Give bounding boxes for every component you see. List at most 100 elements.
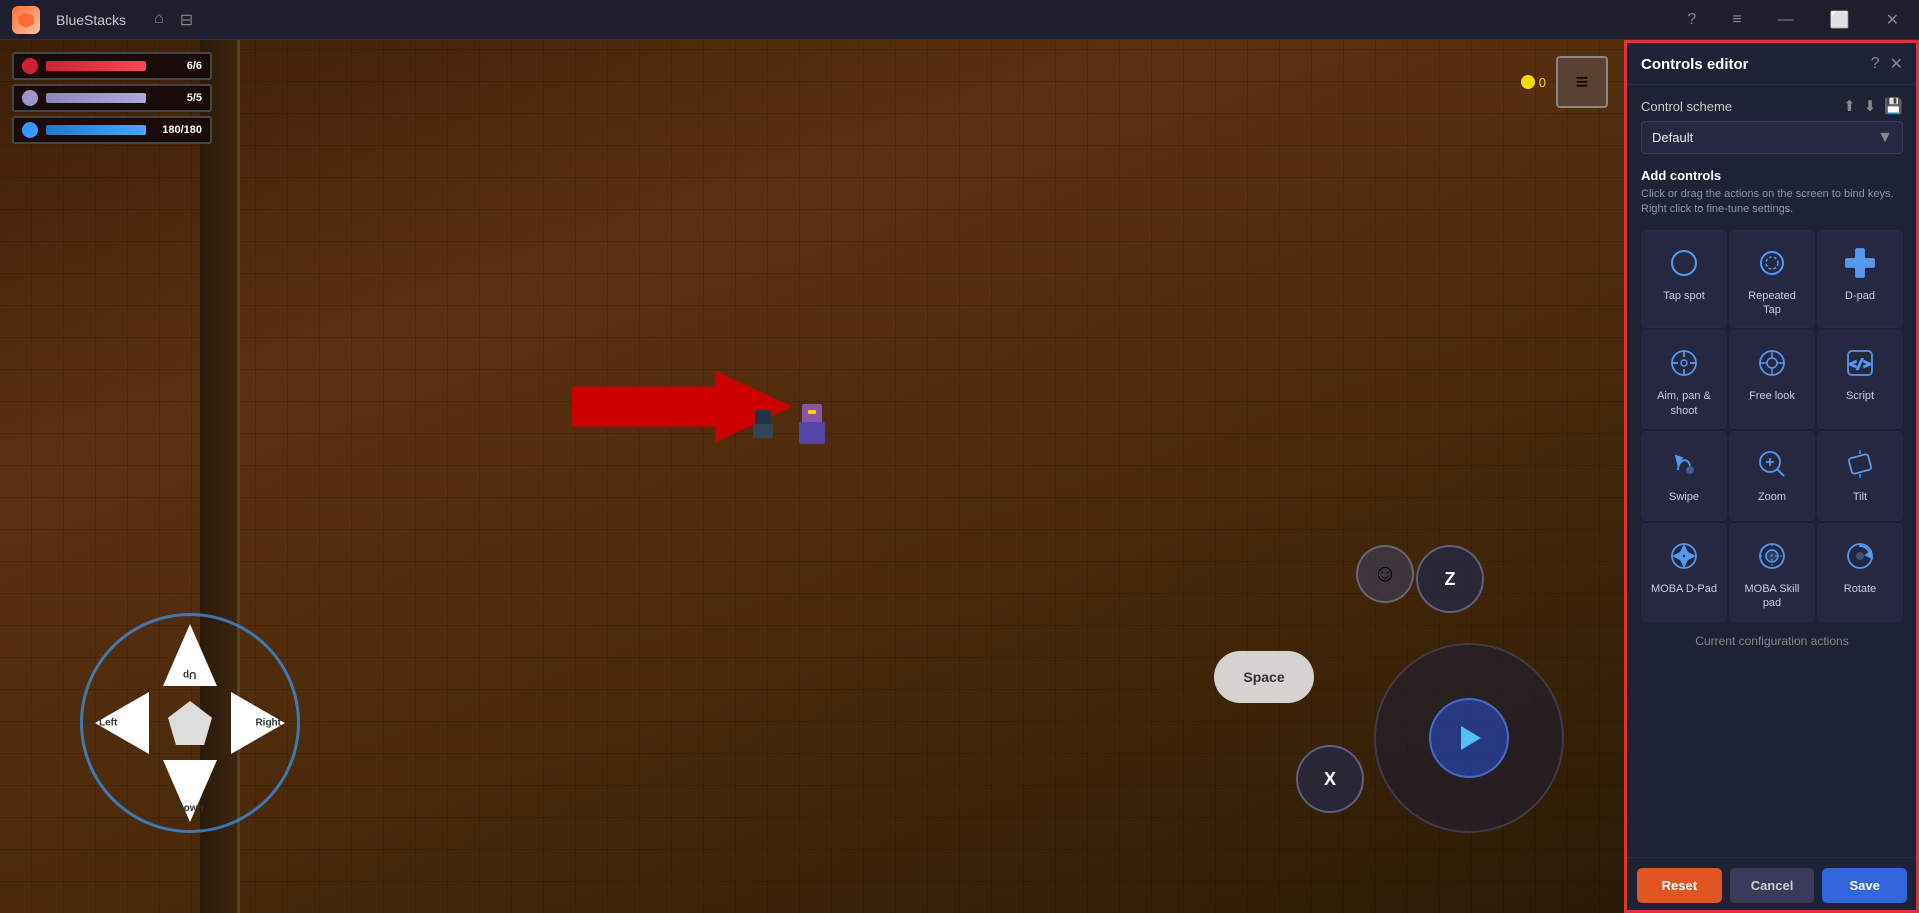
aim-pan-shoot-label: Aim, pan & shoot (1650, 389, 1718, 418)
action-button-inner[interactable] (1429, 698, 1509, 778)
hud-top-left: 6/6 5/5 180/180 (12, 52, 212, 144)
tilt-label: Tilt (1853, 490, 1867, 504)
space-button[interactable]: Space (1214, 651, 1314, 703)
shield-icon (22, 90, 38, 106)
home-icon[interactable]: ⌂ (154, 10, 164, 30)
repeated-tap-label: Repeated Tap (1738, 289, 1806, 318)
dpad-down-area[interactable]: Down (163, 760, 217, 822)
app-name: BlueStacks (56, 12, 126, 28)
dpad-right-label: Right (255, 718, 281, 729)
control-item-dpad[interactable]: D-pad (1817, 230, 1903, 329)
hud-top-right: 0 ≡ (1521, 56, 1608, 108)
import-scheme-button[interactable]: ⬆ (1843, 97, 1856, 115)
hp-bar-track (46, 61, 146, 71)
control-item-moba-dpad[interactable]: MOBA D-Pad (1641, 523, 1727, 622)
hp-bar-fill (46, 61, 146, 71)
tap-spot-label: Tap spot (1663, 289, 1705, 303)
action-ring (1374, 643, 1564, 833)
control-item-tilt[interactable]: Tilt (1817, 431, 1903, 521)
rotate-label: Rotate (1844, 582, 1876, 596)
zoom-icon (1754, 446, 1790, 482)
game-character (796, 404, 828, 444)
shield-bar-track (46, 93, 146, 103)
title-bar: BlueStacks ⌂ ⊟ ? ≡ — ⬜ ✕ (0, 0, 1919, 40)
dpad-left-label: Left (99, 718, 117, 729)
panel-title: Controls editor (1641, 56, 1749, 73)
moba-skill-pad-label: MOBA Skill pad (1738, 582, 1806, 611)
config-actions-label: Current configuration actions (1641, 634, 1903, 648)
add-controls-section: Add controls Click or drag the actions o… (1641, 168, 1903, 218)
export-scheme-button[interactable]: ⬇ (1864, 97, 1877, 115)
reset-button[interactable]: Reset (1637, 868, 1722, 903)
add-controls-desc: Click or drag the actions on the screen … (1641, 187, 1903, 218)
script-label: Script (1846, 389, 1874, 403)
zoom-label: Zoom (1758, 490, 1786, 504)
z-button[interactable]: Z (1416, 545, 1484, 613)
window-controls: ? ≡ — ⬜ ✕ (1679, 6, 1907, 34)
menu-button[interactable]: ≡ (1724, 7, 1749, 33)
dpad-area: Up Down Left Right (80, 613, 300, 833)
x-button[interactable]: X (1296, 745, 1364, 813)
aim-pan-shoot-icon (1666, 345, 1702, 381)
swipe-label: Swipe (1669, 490, 1699, 504)
control-item-rotate[interactable]: Rotate (1817, 523, 1903, 622)
panel-close-button[interactable]: ✕ (1890, 54, 1903, 74)
control-item-zoom[interactable]: Zoom (1729, 431, 1815, 521)
panel-help-button[interactable]: ? (1871, 55, 1880, 73)
mana-bar-fill (46, 125, 146, 135)
dpad-left-area[interactable]: Left (91, 696, 153, 750)
mana-icon (22, 122, 38, 138)
save-button[interactable]: Save (1822, 868, 1907, 903)
dpad-right-area[interactable]: Right (227, 696, 289, 750)
dpad-up-area[interactable]: Up (163, 624, 217, 686)
control-item-tap-spot[interactable]: Tap spot (1641, 230, 1727, 329)
control-item-swipe[interactable]: Swipe (1641, 431, 1727, 521)
control-item-script[interactable]: </> Script (1817, 330, 1903, 429)
scheme-select[interactable]: Default (1641, 121, 1903, 154)
coin-display: 0 (1521, 75, 1546, 90)
dpad-icon (1842, 245, 1878, 281)
minimize-button[interactable]: — (1770, 7, 1802, 33)
inventory-button[interactable]: ≡ (1556, 56, 1608, 108)
control-item-aim-pan-shoot[interactable]: Aim, pan & shoot (1641, 330, 1727, 429)
control-item-repeated-tap[interactable]: Repeated Tap (1729, 230, 1815, 329)
control-item-moba-skill-pad[interactable]: MOBA Skill pad (1729, 523, 1815, 622)
script-icon: </> (1842, 345, 1878, 381)
controls-panel: Controls editor ? ✕ Control scheme ⬆ ⬇ 💾… (1624, 40, 1919, 913)
close-button[interactable]: ✕ (1878, 6, 1907, 34)
shield-bar-fill (46, 93, 146, 103)
mana-bar-container: 180/180 (12, 116, 212, 144)
svg-text:</>: </> (1849, 357, 1871, 371)
scheme-label: Control scheme (1641, 99, 1732, 114)
coin-icon (1521, 75, 1535, 89)
controls-grid: Tap spot Repeated Tap (1641, 230, 1903, 622)
panel-footer: Reset Cancel Save (1625, 857, 1919, 913)
shield-bar-container: 5/5 (12, 84, 212, 112)
scheme-select-wrapper: Default ▼ (1641, 121, 1903, 154)
cancel-button[interactable]: Cancel (1730, 868, 1815, 903)
scheme-header-row: Control scheme ⬆ ⬇ 💾 (1641, 97, 1903, 115)
hp-text: 6/6 (154, 60, 202, 72)
control-item-free-look[interactable]: Free look (1729, 330, 1815, 429)
shield-text: 5/5 (154, 92, 202, 104)
scheme-action-buttons: ⬆ ⬇ 💾 (1843, 97, 1903, 115)
emoji-button[interactable]: ☺ (1356, 545, 1414, 603)
mana-text: 180/180 (154, 124, 202, 136)
game-area: 6/6 5/5 180/180 0 ≡ (0, 40, 1624, 913)
swipe-icon (1666, 446, 1702, 482)
repeated-tap-icon (1754, 245, 1790, 281)
panel-body: Control scheme ⬆ ⬇ 💾 Default ▼ Add contr… (1625, 85, 1919, 857)
dpad-label: D-pad (1845, 289, 1875, 303)
moba-dpad-icon (1666, 538, 1702, 574)
window-icon[interactable]: ⊟ (180, 10, 193, 30)
panel-header-actions: ? ✕ (1871, 54, 1903, 74)
tilt-icon (1842, 446, 1878, 482)
moba-skill-pad-icon (1754, 538, 1790, 574)
moba-dpad-label: MOBA D-Pad (1651, 582, 1717, 596)
help-button[interactable]: ? (1679, 7, 1704, 33)
save-scheme-button[interactable]: 💾 (1884, 97, 1903, 115)
maximize-button[interactable]: ⬜ (1822, 6, 1858, 34)
add-controls-title: Add controls (1641, 168, 1903, 183)
cat-character (751, 410, 775, 438)
free-look-icon (1754, 345, 1790, 381)
